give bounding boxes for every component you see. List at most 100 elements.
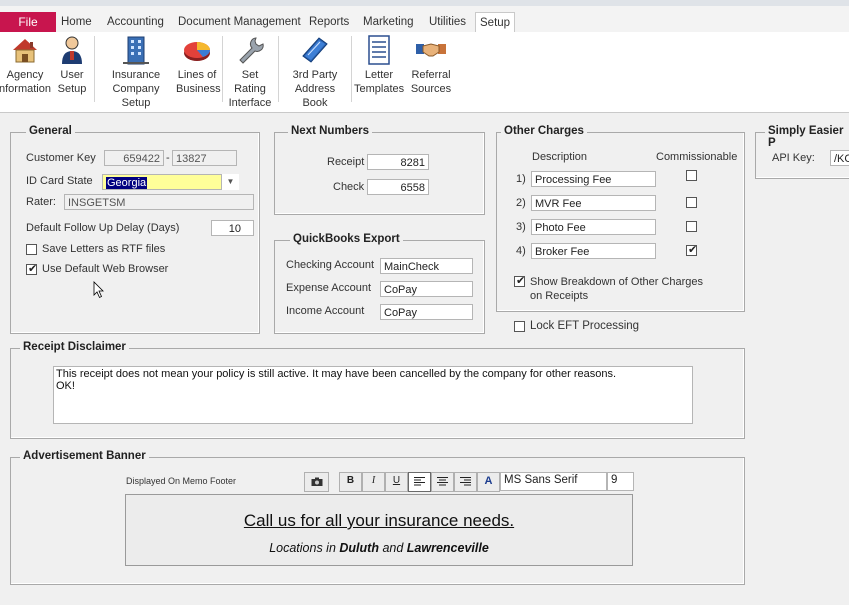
lock-eft-checkbox[interactable] <box>514 321 525 332</box>
show-breakdown-label: Show Breakdown of Other Charges on Receip… <box>530 276 704 302</box>
receipt-number-field[interactable]: 8281 <box>367 154 429 170</box>
align-center-icon <box>437 477 448 486</box>
tab-marketing[interactable]: Marketing <box>359 12 418 32</box>
income-account-field[interactable]: CoPay <box>380 304 473 320</box>
charge-row-number: 2) <box>516 197 526 209</box>
user-icon <box>62 36 82 64</box>
align-center-button[interactable] <box>431 472 454 492</box>
rater-field[interactable]: INSGETSM <box>64 194 254 210</box>
font-color-button[interactable]: A <box>477 472 500 492</box>
charge-description-field[interactable]: Photo Fee <box>531 219 656 235</box>
commissionable-checkbox[interactable]: ✔ <box>686 244 698 256</box>
ribbon-separator <box>278 36 279 102</box>
receipt-disclaimer-title: Receipt Disclaimer <box>20 341 129 353</box>
document-icon <box>368 35 390 65</box>
customer-key-field[interactable]: 659422 <box>104 150 164 166</box>
receipt-disclaimer-textarea[interactable]: This receipt does not mean your policy i… <box>53 366 693 424</box>
customer-key-separator: - <box>166 152 170 164</box>
agency-information-button[interactable]: Agency nformation <box>0 34 52 96</box>
tab-home[interactable]: Home <box>57 12 96 32</box>
income-account-label: Income Account <box>286 305 365 317</box>
underline-button[interactable]: U <box>385 472 408 492</box>
font-name-field[interactable]: MS Sans Serif <box>500 472 607 491</box>
quickbooks-export-title: QuickBooks Export <box>290 233 403 245</box>
pie-chart-icon <box>184 42 210 61</box>
user-setup-button[interactable]: User Setup <box>56 34 88 96</box>
align-left-button[interactable] <box>408 472 431 492</box>
address-book-icon <box>302 37 328 63</box>
handshake-icon <box>416 43 446 57</box>
ribbon-separator <box>94 36 95 102</box>
save-letters-rtf-checkbox[interactable] <box>26 244 37 255</box>
insurance-company-setup-button[interactable]: Insurance Company Setup <box>98 34 174 110</box>
expense-account-field[interactable]: CoPay <box>380 281 473 297</box>
tab-reports[interactable]: Reports <box>305 12 353 32</box>
align-right-button[interactable] <box>454 472 477 492</box>
charge-description-field[interactable]: MVR Fee <box>531 195 656 211</box>
banner-headline: Call us for all your insurance needs. <box>243 511 515 530</box>
advertisement-banner-preview[interactable]: Call us for all your insurance needs. Lo… <box>125 494 633 566</box>
checking-account-field[interactable]: MainCheck <box>380 258 473 274</box>
next-numbers-title: Next Numbers <box>288 125 372 137</box>
id-card-state-value: Georgia <box>106 177 148 189</box>
checkmark-icon: ✔ <box>688 244 698 256</box>
set-rating-interface-button[interactable]: Set Rating Interface <box>225 34 275 110</box>
tab-setup[interactable]: Setup <box>475 12 516 34</box>
next-numbers-group <box>274 132 485 215</box>
toolbar-image-button[interactable] <box>304 472 329 492</box>
menu-bar: File Home Accounting Document Management… <box>0 6 849 34</box>
house-icon <box>13 39 37 63</box>
customer-key-label: Customer Key <box>26 152 96 164</box>
align-left-icon <box>414 477 425 486</box>
tab-accounting[interactable]: Accounting <box>103 12 168 32</box>
checking-account-label: Checking Account <box>286 259 375 271</box>
displayed-on-memo-footer-label: Displayed On Memo Footer <box>126 476 237 486</box>
show-breakdown-checkbox[interactable]: ✔ <box>514 275 526 287</box>
api-key-field[interactable]: /KC <box>830 150 849 166</box>
italic-button[interactable]: I <box>362 472 385 492</box>
font-size-field[interactable]: 9 <box>607 472 634 491</box>
check-label: Check <box>333 181 365 193</box>
banner-subline: Locations in Duluth and Lawrenceville <box>269 541 489 555</box>
default-web-browser-checkbox[interactable]: ✔ <box>26 263 38 275</box>
id-card-state-select[interactable]: Georgia <box>102 174 238 190</box>
bold-button[interactable]: B <box>339 472 362 492</box>
expense-account-label: Expense Account <box>286 282 372 294</box>
check-number-field[interactable]: 6558 <box>367 179 429 195</box>
referral-sources-button[interactable]: Referral Sources <box>408 34 454 96</box>
save-letters-rtf-label: Save Letters as RTF files <box>42 243 166 255</box>
api-key-label: API Key: <box>772 152 815 164</box>
tab-file[interactable]: File <box>0 12 56 32</box>
description-column-header: Description <box>532 151 588 163</box>
simply-easier-title: Simply Easier P <box>765 125 849 149</box>
customer-key-suffix-field[interactable]: 13827 <box>172 150 237 166</box>
tab-document-management[interactable]: Document Management <box>174 12 305 32</box>
default-web-browser-label: Use Default Web Browser <box>42 263 169 275</box>
wrench-icon <box>239 37 264 64</box>
checkmark-icon: ✔ <box>516 275 526 287</box>
align-right-icon <box>460 477 471 486</box>
commissionable-checkbox[interactable] <box>686 170 697 181</box>
ribbon-separator <box>351 36 352 102</box>
commissionable-checkbox[interactable] <box>686 221 697 232</box>
ribbon: Agency nformation User Setup Insurance Comp… <box>0 32 849 113</box>
commissionable-checkbox[interactable] <box>686 197 697 208</box>
ribbon-separator <box>222 36 223 102</box>
follow-up-delay-label: Default Follow Up Delay (Days) <box>26 222 180 234</box>
letter-templates-button[interactable]: Letter Templates <box>354 34 404 96</box>
charge-description-field[interactable]: Processing Fee <box>531 171 656 187</box>
commissionable-column-header: Commissionable <box>656 151 738 163</box>
chevron-down-icon[interactable]: ▼ <box>221 174 239 190</box>
charge-description-field[interactable]: Broker Fee <box>531 243 656 259</box>
follow-up-delay-field[interactable]: 10 <box>211 220 254 236</box>
tab-utilities[interactable]: Utilities <box>425 12 470 32</box>
receipt-label: Receipt <box>327 156 365 168</box>
charge-row-number: 4) <box>516 245 526 257</box>
lines-of-business-button[interactable]: Lines of Business <box>176 34 221 96</box>
mouse-cursor-icon <box>93 281 104 299</box>
lock-eft-label: Lock EFT Processing <box>530 320 640 332</box>
general-title: General <box>26 125 75 137</box>
checkmark-icon: ✔ <box>28 263 38 275</box>
third-party-address-book-button[interactable]: 3rd Party Address Book <box>282 34 348 110</box>
other-charges-title: Other Charges <box>501 125 587 137</box>
